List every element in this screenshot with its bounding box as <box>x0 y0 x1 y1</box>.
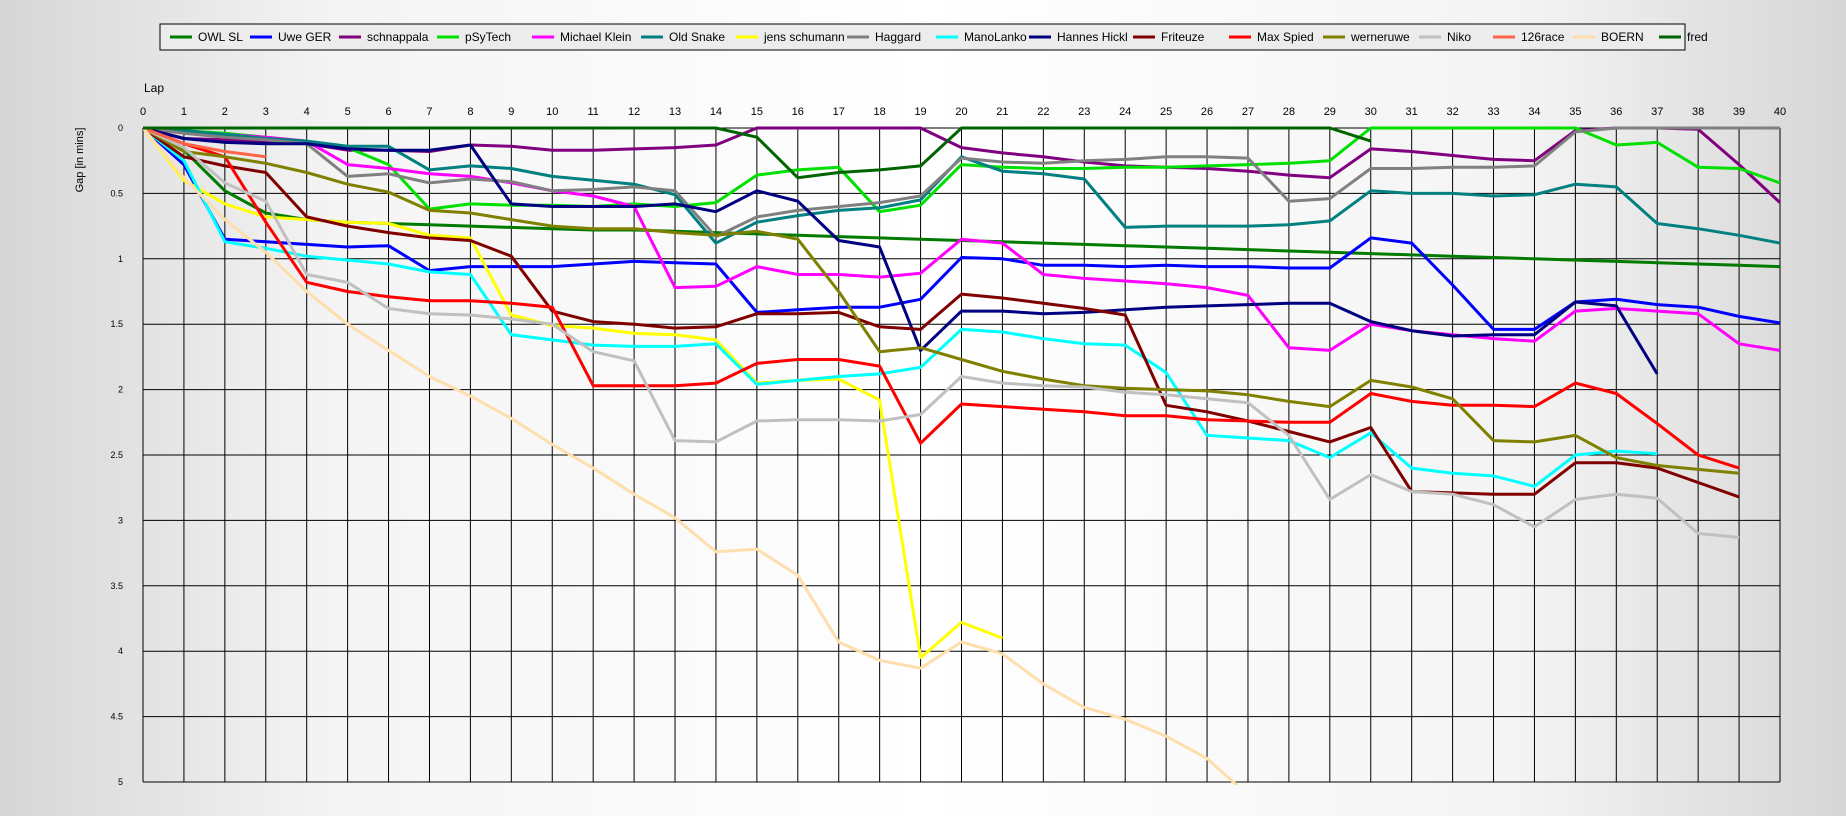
y-tick-label: 3.5 <box>110 581 123 591</box>
legend-label-uwe-ger: Uwe GER <box>278 30 332 44</box>
x-axis-title: Lap <box>144 81 164 95</box>
legend-label-friteuze: Friteuze <box>1161 30 1205 44</box>
x-tick-label: 35 <box>1569 106 1581 118</box>
y-tick-label: 2 <box>118 385 123 395</box>
series-line-manolanko <box>143 126 1658 488</box>
legend-label-jens-schumann: jens schumann <box>763 30 845 44</box>
x-tick-label: 9 <box>508 106 514 118</box>
legend-label-manolanko: ManoLanko <box>964 30 1027 44</box>
x-tick-label: 39 <box>1733 106 1745 118</box>
x-tick-label: 19 <box>914 106 926 118</box>
y-tick-label: 4.5 <box>110 712 123 722</box>
legend-label-psytech: pSyTech <box>465 30 511 44</box>
legend-label-max-spied: Max Spied <box>1257 30 1314 44</box>
x-tick-label: 3 <box>263 106 269 118</box>
x-tick-label: 22 <box>1037 106 1049 118</box>
series-line-boern <box>143 127 1239 785</box>
x-tick-label: 8 <box>467 106 473 118</box>
y-axis-ticks: 0 0.5 1 1.5 2 2.5 3 3.5 4 4.5 5 <box>110 123 123 787</box>
x-tick-label: 2 <box>222 106 228 118</box>
x-tick-label: 28 <box>1283 106 1295 118</box>
x-tick-label: 16 <box>792 106 804 118</box>
y-tick-label: 2.5 <box>110 450 123 460</box>
y-axis-title: Gap [in mins] <box>74 128 86 193</box>
x-tick-label: 20 <box>955 106 967 118</box>
legend-label-werneruwe: werneruwe <box>1350 30 1410 44</box>
grid <box>142 127 1781 783</box>
x-tick-label: 24 <box>1119 106 1131 118</box>
y-tick-label: 1.5 <box>110 319 123 329</box>
x-tick-label: 29 <box>1324 106 1336 118</box>
x-tick-label: 23 <box>1078 106 1090 118</box>
x-tick-label: 38 <box>1692 106 1704 118</box>
legend-label-fred: fred <box>1687 30 1708 44</box>
x-tick-label: 6 <box>385 106 391 118</box>
x-tick-label: 21 <box>996 106 1008 118</box>
y-tick-label: 1 <box>118 254 123 264</box>
legend-label-owl-sl: OWL SL <box>198 30 243 44</box>
legend-label-niko: Niko <box>1447 30 1471 44</box>
x-tick-label: 37 <box>1651 106 1663 118</box>
x-tick-label: 26 <box>1201 106 1213 118</box>
x-tick-label: 15 <box>751 106 763 118</box>
x-tick-label: 12 <box>628 106 640 118</box>
x-tick-label: 18 <box>874 106 886 118</box>
x-tick-label: 40 <box>1774 106 1786 118</box>
y-tick-label: 0 <box>118 123 123 133</box>
y-tick-label: 4 <box>118 646 123 656</box>
x-tick-label: 27 <box>1242 106 1254 118</box>
x-tick-label: 25 <box>1160 106 1172 118</box>
x-tick-label: 4 <box>304 106 310 118</box>
y-tick-label: 3 <box>118 515 123 525</box>
x-tick-label: 11 <box>587 106 598 118</box>
x-tick-label: 5 <box>345 106 351 118</box>
x-tick-label: 32 <box>1446 106 1458 118</box>
x-tick-label: 36 <box>1610 106 1622 118</box>
x-tick-label: 1 <box>181 106 187 118</box>
legend-label-hannes-hickl: Hannes Hickl <box>1057 30 1128 44</box>
x-tick-label: 0 <box>140 106 146 118</box>
x-tick-label: 13 <box>669 106 681 118</box>
legend-label-haggard: Haggard <box>875 30 921 44</box>
legend-label-michael-klein: Michael Klein <box>560 30 631 44</box>
x-tick-label: 33 <box>1487 106 1499 118</box>
x-tick-label: 31 <box>1406 106 1418 118</box>
x-tick-label: 30 <box>1365 106 1377 118</box>
legend-label-boern: BOERN <box>1601 30 1644 44</box>
x-tick-label: 7 <box>426 106 432 118</box>
legend-label-old-snake: Old Snake <box>669 30 725 44</box>
legend-label-schnappala: schnappala <box>367 30 429 44</box>
y-tick-label: 0.5 <box>110 188 123 198</box>
legend-label-126race: 126race <box>1521 30 1565 44</box>
x-axis-ticks: 0 1 2 3 4 5 6 7 8 9 10 11 12 13 14 15 16 17 18 19 20 21 22 23 24… <box>140 106 1786 118</box>
y-tick-label: 5 <box>118 777 123 787</box>
x-tick-label: 17 <box>833 106 845 118</box>
x-tick-label: 34 <box>1528 106 1540 118</box>
gap-chart: OWL SL Uwe GER schnappala pSyTech Michael Kl… <box>74 23 1786 787</box>
x-tick-label: 14 <box>710 106 722 118</box>
x-tick-label: 10 <box>546 106 558 118</box>
